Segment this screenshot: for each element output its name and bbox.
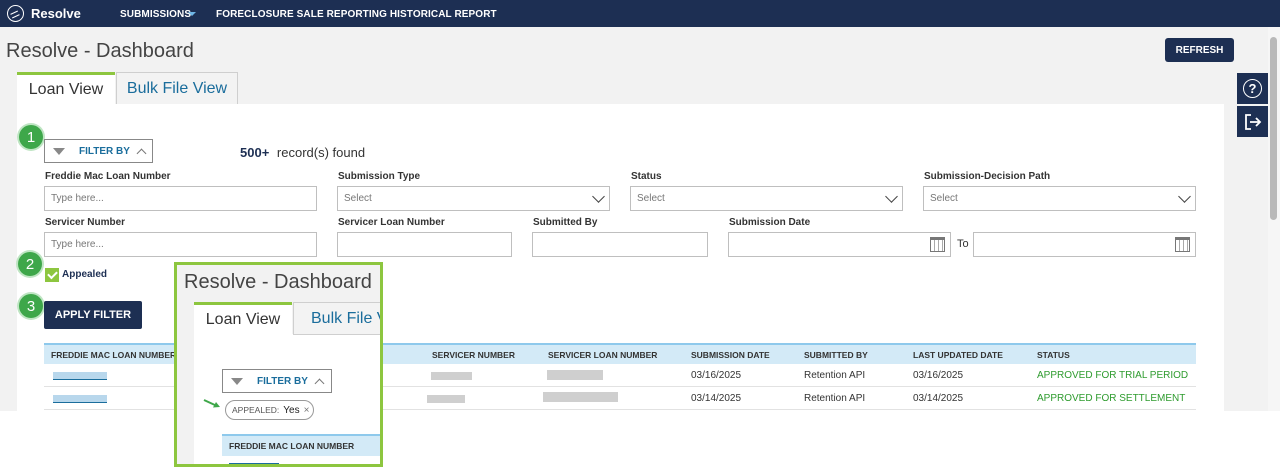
brand-name[interactable]: Resolve — [31, 6, 81, 21]
servicer-number-input[interactable]: Type here... — [44, 232, 317, 257]
loan-number-label: Freddie Mac Loan Number — [45, 171, 171, 182]
inset-tab-bulk-file-view: Bulk File V — [293, 302, 380, 335]
col-servicer-number[interactable]: SERVICER NUMBER — [432, 350, 515, 360]
refresh-button[interactable]: REFRESH — [1165, 38, 1234, 62]
inset-filter-by-button: FILTER BY — [222, 369, 332, 393]
submission-date-cell: 03/16/2025 — [691, 370, 742, 381]
help-button[interactable]: ? — [1237, 73, 1268, 104]
inset-table-header: FREDDIE MAC LOAN NUMBER — [222, 434, 380, 456]
apply-filter-button[interactable]: APPLY FILTER — [44, 301, 142, 329]
inset-redacted-link — [229, 463, 279, 464]
status-label: Status — [631, 171, 662, 182]
chevron-up-icon — [314, 378, 325, 388]
arrow-icon — [203, 399, 220, 408]
help-icon: ? — [1243, 79, 1262, 98]
records-label: record(s) found — [276, 145, 366, 160]
submitted-by-input[interactable] — [532, 232, 708, 257]
appealed-filter-chip: APPEALED: Yes × — [225, 400, 314, 420]
redacted-servicer-number — [431, 372, 472, 380]
step-marker-2: 2 — [18, 252, 42, 276]
loan-number-link[interactable] — [53, 372, 107, 380]
last-updated-cell: 03/14/2025 — [913, 393, 964, 404]
status-cell: APPROVED FOR TRIAL PERIOD — [1037, 370, 1189, 381]
chevron-down-icon — [885, 190, 898, 203]
loan-number-input[interactable]: Type here... — [44, 186, 317, 211]
decision-path-label: Submission-Decision Path — [924, 171, 1051, 182]
decision-path-value: Select — [930, 193, 958, 204]
chevron-down-icon — [592, 190, 605, 203]
page-title: Resolve - Dashboard — [6, 40, 194, 62]
servicer-loan-number-label: Servicer Loan Number — [338, 217, 445, 228]
calendar-icon[interactable] — [930, 237, 945, 252]
redacted-servicer-number — [427, 395, 465, 403]
status-select[interactable]: Select — [630, 186, 903, 211]
date-to-label: To — [957, 238, 969, 250]
status-value: Select — [637, 193, 665, 204]
records-found: 500+ record(s) found — [240, 145, 365, 160]
logout-button[interactable] — [1237, 106, 1268, 137]
status-cell: APPROVED FOR SETTLEMENT — [1037, 393, 1186, 404]
col-submitted-by[interactable]: SUBMITTED BY — [804, 350, 868, 360]
servicer-number-label: Servicer Number — [45, 217, 126, 228]
servicer-loan-number-input[interactable] — [337, 232, 512, 257]
nav-submissions[interactable]: SUBMISSIONS — [120, 9, 191, 20]
chevron-up-icon — [136, 148, 147, 158]
submission-date-label: Submission Date — [729, 217, 811, 228]
tab-bulk-file-view[interactable]: Bulk File View — [116, 72, 238, 104]
calendar-icon[interactable] — [1175, 237, 1190, 252]
submission-date-to-input[interactable] — [973, 232, 1196, 257]
screen: Resolve SUBMISSIONS FORECLOSURE SALE REP… — [0, 0, 1280, 468]
chip-value: Yes — [283, 404, 300, 416]
logo-icon — [7, 5, 24, 22]
filter-icon — [53, 147, 65, 155]
zoom-inset: Resolve - Dashboard Loan View Bulk File … — [174, 262, 383, 467]
filter-by-label: FILTER BY — [79, 145, 130, 157]
filter-icon — [231, 377, 243, 385]
redacted-servicer-loan-number — [543, 392, 618, 402]
appealed-checkbox[interactable] — [45, 268, 59, 282]
col-servicer-loan-number[interactable]: SERVICER LOAN NUMBER — [548, 350, 657, 360]
submission-type-label: Submission Type — [338, 171, 421, 182]
chevron-down-icon — [1178, 190, 1191, 203]
redacted-servicer-loan-number — [547, 370, 603, 380]
logout-icon — [1244, 113, 1261, 130]
submitted-by-label: Submitted By — [533, 217, 598, 228]
records-count: 500+ — [240, 145, 270, 160]
decision-path-select[interactable]: Select — [923, 186, 1196, 211]
submitted-by-cell: Retention API — [804, 393, 866, 404]
top-nav-bar: Resolve SUBMISSIONS FORECLOSURE SALE REP… — [0, 0, 1280, 27]
col-loan-number[interactable]: FREDDIE MAC LOAN NUMBER — [51, 350, 176, 360]
inset-filter-label: FILTER BY — [257, 375, 308, 387]
loan-number-link[interactable] — [53, 395, 107, 403]
submission-date-from-input[interactable] — [728, 232, 951, 257]
scrollbar-thumb[interactable] — [1270, 37, 1277, 220]
nav-foreclosure-report[interactable]: FORECLOSURE SALE REPORTING HISTORICAL RE… — [216, 9, 497, 20]
close-icon: × — [303, 404, 310, 416]
inset-page-title: Resolve - Dashboard — [184, 271, 372, 293]
tab-loan-view[interactable]: Loan View — [17, 72, 115, 104]
step-marker-3: 3 — [19, 294, 43, 318]
col-submission-date[interactable]: SUBMISSION DATE — [691, 350, 770, 360]
submission-type-select[interactable]: Select — [337, 186, 610, 211]
col-last-updated-date[interactable]: LAST UPDATED DATE — [913, 350, 1003, 360]
caret-down-icon[interactable] — [188, 12, 196, 16]
submitted-by-cell: Retention API — [804, 370, 866, 381]
filter-by-button[interactable]: FILTER BY — [44, 139, 153, 163]
step-marker-1: 1 — [19, 125, 43, 149]
submission-date-cell: 03/14/2025 — [691, 393, 742, 404]
last-updated-cell: 03/16/2025 — [913, 370, 964, 381]
submission-type-value: Select — [344, 193, 372, 204]
col-status[interactable]: STATUS — [1037, 350, 1070, 360]
appealed-label[interactable]: Appealed — [62, 269, 107, 280]
chip-label: APPEALED: — [232, 405, 280, 415]
inset-tab-loan-view: Loan View — [194, 302, 292, 335]
